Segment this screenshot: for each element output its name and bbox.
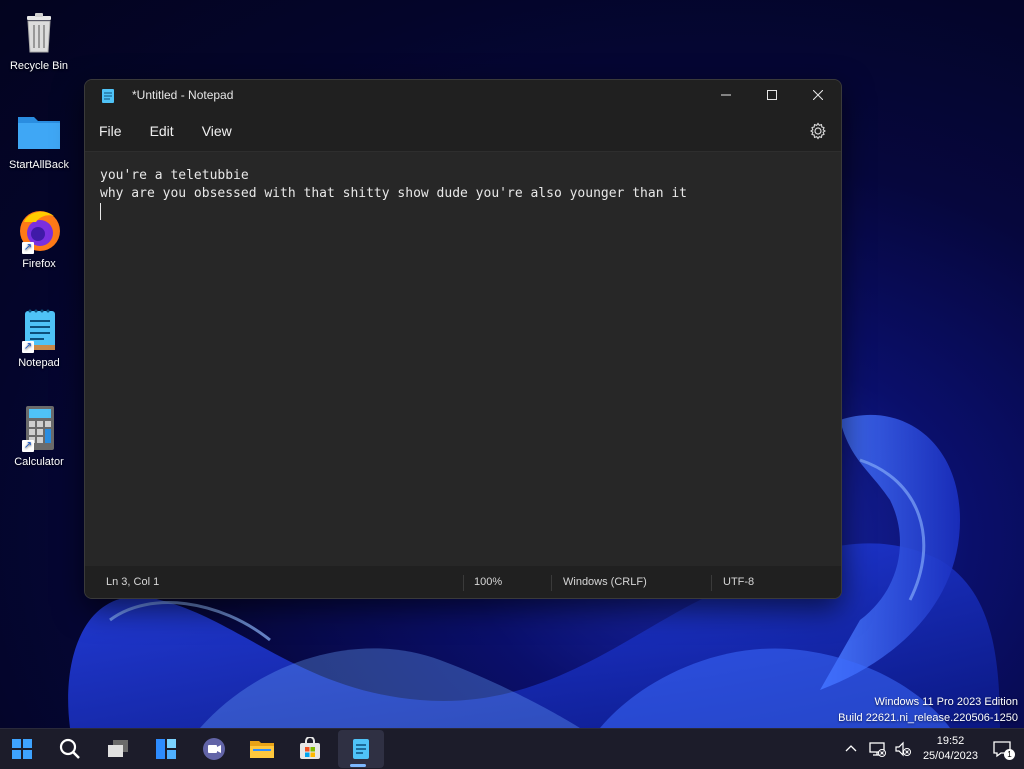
text-editor-area[interactable]: you're a teletubbie why are you obsessed…: [85, 151, 841, 566]
desktop-icon-startallback[interactable]: StartAllBack: [4, 107, 74, 171]
clock[interactable]: 19:52 25/04/2023: [923, 734, 978, 764]
desktop-icon-label: Recycle Bin: [9, 60, 69, 72]
volume-button[interactable]: [891, 737, 915, 761]
notifications-button[interactable]: 1: [990, 737, 1015, 761]
notification-count-badge: 1: [1004, 749, 1015, 760]
menu-bar: File Edit View: [85, 110, 841, 151]
line-ending: Windows (CRLF): [563, 576, 647, 588]
store-button[interactable]: [290, 730, 330, 768]
network-button[interactable]: [865, 737, 889, 761]
close-button[interactable]: [795, 80, 841, 110]
desktop-icon-calculator[interactable]: ↗ Calculator: [4, 404, 74, 468]
chevron-up-icon: [845, 745, 857, 752]
status-bar: Ln 3, Col 1 100% Windows (CRLF) UTF-8: [85, 567, 841, 598]
desktop-icon-recycle-bin[interactable]: Recycle Bin: [4, 8, 74, 72]
windows-logo-icon: [12, 739, 32, 759]
status-divider: [551, 575, 552, 591]
close-icon: [813, 90, 823, 100]
notepad-window: *Untitled - Notepad File Edit View you'r…: [84, 79, 842, 599]
minimize-button[interactable]: [703, 80, 749, 110]
volume-muted-icon: [895, 741, 911, 757]
text-caret: [100, 203, 101, 220]
menu-view[interactable]: View: [194, 117, 240, 145]
notepad-icon: ↗: [14, 305, 64, 355]
recycle-bin-icon: [14, 8, 64, 58]
status-divider: [711, 575, 712, 591]
maximize-icon: [767, 90, 777, 100]
desktop-icon-label: Notepad: [18, 357, 60, 369]
clock-date: 25/04/2023: [922, 750, 978, 762]
notepad-icon: [101, 88, 115, 104]
taskbar: 19:52 25/04/2023 1: [0, 728, 1024, 769]
editor-line: you're a teletubbie: [100, 168, 249, 183]
shortcut-arrow-icon: ↗: [22, 341, 34, 353]
desktop-icon-label: Firefox: [22, 258, 56, 270]
task-view-button[interactable]: [98, 730, 138, 768]
notepad-taskbar-button[interactable]: [338, 730, 384, 768]
folder-icon: [14, 107, 64, 157]
system-tray: 19:52 25/04/2023 1: [839, 729, 1024, 769]
maximize-button[interactable]: [749, 80, 795, 110]
network-disconnected-icon: [869, 742, 886, 757]
encoding: UTF-8: [723, 576, 755, 588]
minimize-icon: [721, 94, 731, 96]
notepad-icon: [353, 739, 369, 759]
folder-icon: [250, 741, 274, 758]
task-view-icon: [108, 740, 128, 757]
settings-gear-icon[interactable]: [809, 122, 827, 140]
store-icon: [300, 737, 320, 759]
watermark-build: Build 22621.ni_release.220506-1250: [838, 712, 1018, 724]
file-explorer-button[interactable]: [242, 730, 282, 768]
windows-watermark: Windows 11 Pro 2023 Edition Build 22621.…: [838, 694, 1018, 726]
title-bar[interactable]: *Untitled - Notepad: [85, 80, 841, 110]
desktop-icon-firefox[interactable]: ↗ Firefox: [4, 206, 74, 270]
desktop-icon-notepad[interactable]: ↗ Notepad: [4, 305, 74, 369]
widgets-button[interactable]: [146, 730, 186, 768]
desktop-icon-label: StartAllBack: [9, 159, 69, 171]
watermark-edition: Windows 11 Pro 2023 Edition: [874, 696, 1019, 708]
clock-time: 19:52: [936, 735, 965, 747]
menu-file[interactable]: File: [91, 117, 130, 145]
editor-line: why are you obsessed with that shitty sh…: [100, 186, 687, 201]
menu-edit[interactable]: Edit: [142, 117, 182, 145]
start-button[interactable]: [2, 730, 42, 768]
search-button[interactable]: [50, 730, 90, 768]
widgets-icon: [156, 739, 176, 759]
zoom-level: 100%: [474, 576, 503, 588]
show-hidden-icons-button[interactable]: [839, 737, 863, 761]
desktop-icon-label: Calculator: [14, 456, 64, 468]
shortcut-arrow-icon: ↗: [22, 242, 34, 254]
calculator-icon: ↗: [14, 404, 64, 454]
firefox-icon: ↗: [14, 206, 64, 256]
search-icon: [59, 738, 80, 759]
teams-chat-button[interactable]: [194, 730, 234, 768]
chat-icon: [203, 738, 225, 760]
status-divider: [463, 575, 464, 591]
shortcut-arrow-icon: ↗: [22, 440, 34, 452]
cursor-position: Ln 3, Col 1: [106, 576, 160, 588]
window-title: *Untitled - Notepad: [132, 88, 234, 102]
